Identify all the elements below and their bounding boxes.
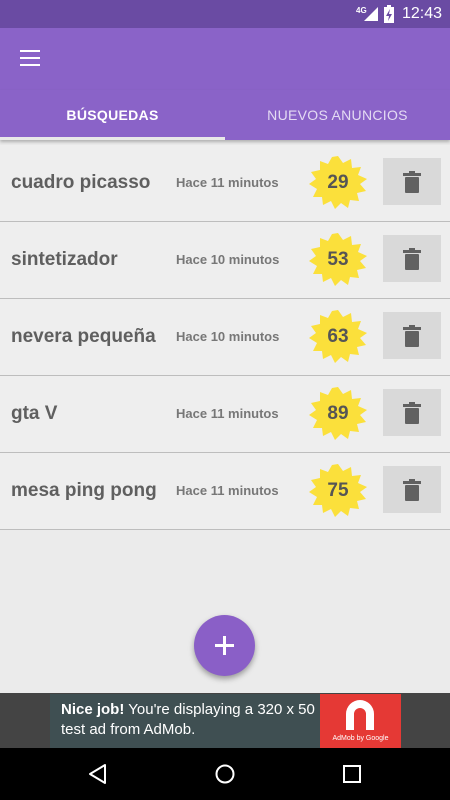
list-item[interactable]: nevera pequeña Hace 10 minutos 63 [0,299,450,376]
list-item[interactable]: gta V Hace 11 minutos 89 [0,376,450,453]
admob-test-ad[interactable]: Nice job! You're displaying a 320 x 50 t… [50,694,401,748]
new-ads-count: 63 [327,326,349,347]
search-list: cuadro picasso Hace 11 minutos 29 sintet… [0,145,450,530]
search-time: Hace 11 minutos [176,175,279,190]
list-item[interactable]: sintetizador Hace 10 minutos 53 [0,222,450,299]
app-bar [0,28,450,90]
new-ads-count-badge: 75 [308,463,368,519]
trash-icon [403,248,421,270]
trash-icon [403,171,421,193]
new-ads-count: 75 [327,480,349,501]
ad-logo-caption: AdMob by Google [332,735,389,742]
delete-button[interactable] [383,389,441,436]
new-ads-count-badge: 63 [308,309,368,365]
list-item[interactable]: cuadro picasso Hace 11 minutos 29 [0,145,450,222]
search-term: cuadro picasso [11,172,151,193]
clock: 12:43 [402,5,443,22]
admob-logo: AdMob by Google [320,694,401,748]
new-ads-count-badge: 53 [308,232,368,288]
list-item[interactable]: mesa ping pong Hace 11 minutos 75 [0,453,450,530]
admob-icon [346,700,374,730]
new-ads-count-badge: 89 [308,386,368,442]
search-time: Hace 10 minutos [176,252,280,267]
tab-busquedas[interactable]: BÚSQUEDAS [0,90,225,140]
new-ads-count: 89 [327,403,349,424]
new-ads-count: 53 [327,249,349,270]
ad-text: Nice job! You're displaying a 320 x 50 t… [61,700,323,740]
ad-container: Nice job! You're displaying a 320 x 50 t… [0,693,450,748]
delete-button[interactable] [383,158,441,205]
status-bar: 4G 12:43 [0,0,450,28]
signal-icon [364,7,378,26]
recents-icon[interactable] [340,762,364,786]
tab-nuevos-anuncios[interactable]: NUEVOS ANUNCIOS [225,90,450,140]
trash-icon [403,402,421,424]
delete-button[interactable] [383,312,441,359]
home-icon[interactable] [213,762,237,786]
add-search-button[interactable] [194,615,255,676]
delete-button[interactable] [383,466,441,513]
search-term: nevera pequeña [11,326,156,347]
trash-icon [403,479,421,501]
system-navigation-bar [0,748,450,800]
delete-button[interactable] [383,235,441,282]
trash-icon [403,325,421,347]
battery-charging-icon [384,5,394,28]
search-term: mesa ping pong [11,480,157,501]
tab-bar: BÚSQUEDAS NUEVOS ANUNCIOS [0,90,450,140]
new-ads-count: 29 [327,172,349,193]
new-ads-count-badge: 29 [308,155,368,211]
search-time: Hace 11 minutos [176,406,279,421]
plus-icon [215,636,234,655]
ad-headline: Nice job! [61,701,125,718]
search-time: Hace 10 minutos [176,329,280,344]
search-time: Hace 11 minutos [176,483,279,498]
active-tab-indicator [0,137,225,140]
back-icon[interactable] [86,762,110,786]
hamburger-menu-icon[interactable] [10,44,50,74]
search-term: sintetizador [11,249,118,270]
search-term: gta V [11,403,58,424]
